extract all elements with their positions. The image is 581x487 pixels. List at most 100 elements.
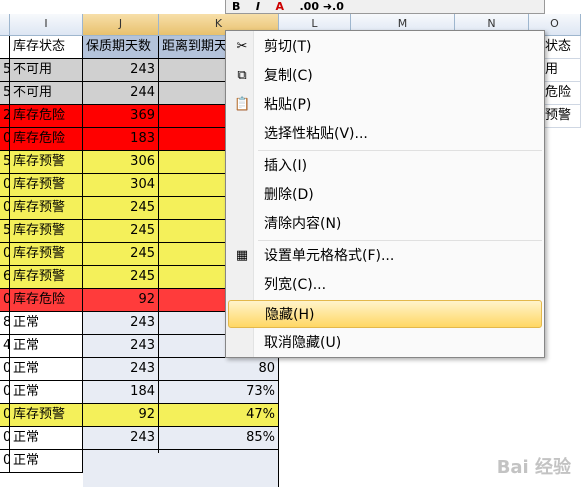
table-row: 0正常18473%: [0, 381, 581, 404]
cell-shelf-life[interactable]: 184: [83, 381, 159, 404]
cell-shelf-life[interactable]: 245: [83, 266, 159, 289]
cell-h[interactable]: 2: [0, 105, 10, 128]
cell-shelf-life[interactable]: 245: [83, 243, 159, 266]
cell-days-to-expiry[interactable]: 47%: [159, 404, 279, 427]
cell-h[interactable]: 5: [0, 151, 10, 174]
cell-h[interactable]: 0: [0, 427, 10, 450]
menu-item-insert[interactable]: 插入(I): [228, 152, 542, 180]
cell-h[interactable]: 8: [0, 312, 10, 335]
cell-shelf-life[interactable]: 243: [83, 335, 159, 358]
selected-columns-empty-area: [83, 453, 279, 487]
cell-status[interactable]: 正常: [10, 312, 83, 335]
menu-label-unhide: 取消隐藏(U): [264, 335, 342, 351]
scissors-icon: ✂: [236, 39, 248, 54]
cell-h[interactable]: 0: [0, 381, 10, 404]
cell-status[interactable]: 不可用: [10, 59, 83, 82]
cell-h[interactable]: 5: [0, 220, 10, 243]
cell-days-to-expiry[interactable]: 85%: [159, 427, 279, 450]
table-row: 0库存预警9247%: [0, 404, 581, 427]
cell-status[interactable]: 库存预警: [10, 174, 83, 197]
menu-label-format-cells: 设置单元格格式(F)...: [264, 248, 395, 264]
cell-shelf-life[interactable]: 369: [83, 105, 159, 128]
cell-h[interactable]: 6: [0, 266, 10, 289]
menu-item-paste[interactable]: 📋 粘贴(P): [228, 91, 542, 119]
cell-status[interactable]: 库存预警: [10, 151, 83, 174]
cell-shelf-life[interactable]: 243: [83, 312, 159, 335]
cell-h[interactable]: 0: [0, 404, 10, 427]
menu-item-column-width[interactable]: 列宽(C)...: [228, 271, 542, 299]
cell-status[interactable]: 库存预警: [10, 266, 83, 289]
cell-h[interactable]: 0: [0, 289, 10, 312]
watermark: Bai 经验: [496, 457, 571, 478]
table-row: 0正常24385%: [0, 427, 581, 450]
cell-status[interactable]: 库存预警: [10, 404, 83, 427]
cell-status[interactable]: 正常: [10, 358, 83, 381]
menu-item-unhide[interactable]: 取消隐藏(U): [228, 329, 542, 357]
menu-item-paste-special[interactable]: 选择性粘贴(V)...: [228, 120, 542, 148]
menu-label-column-width: 列宽(C)...: [264, 277, 327, 293]
table-row: 0正常24380: [0, 358, 581, 381]
menu-item-format-cells[interactable]: ▦ 设置单元格格式(F)...: [228, 242, 542, 270]
cell-h[interactable]: 5: [0, 59, 10, 82]
mini-toolbar: B I A .00 ➜.0: [225, 0, 545, 14]
cell-status[interactable]: 正常: [10, 427, 83, 450]
header-cell-status[interactable]: 库存状态: [10, 36, 83, 59]
header-cell-h[interactable]: [0, 36, 10, 59]
header-cell-shelf-life[interactable]: 保质期天数: [83, 36, 159, 59]
menu-label-delete: 删除(D): [264, 187, 314, 203]
menu-label-paste-special: 选择性粘贴(V)...: [264, 126, 368, 142]
cell-h[interactable]: 0: [0, 450, 10, 473]
cell-shelf-life[interactable]: 243: [83, 358, 159, 381]
cell-days-to-expiry[interactable]: 73%: [159, 381, 279, 404]
cell-h[interactable]: 0: [0, 174, 10, 197]
menu-item-clear-contents[interactable]: 清除内容(N): [228, 210, 542, 238]
cell-days-to-expiry[interactable]: 80: [159, 358, 279, 381]
cell-status[interactable]: 库存危险: [10, 289, 83, 312]
cell-shelf-life[interactable]: 245: [83, 220, 159, 243]
decimal-button[interactable]: .00 ➜.0: [300, 1, 344, 13]
cell-status[interactable]: 库存危险: [10, 105, 83, 128]
column-header-h[interactable]: [0, 14, 10, 36]
menu-label-insert: 插入(I): [264, 158, 308, 174]
cell-status[interactable]: 库存预警: [10, 197, 83, 220]
menu-label-clear: 清除内容(N): [264, 216, 342, 232]
cell-shelf-life[interactable]: 92: [83, 289, 159, 312]
cell-status[interactable]: 正常: [10, 450, 83, 473]
cell-status[interactable]: 正常: [10, 335, 83, 358]
cell-shelf-life[interactable]: 243: [83, 427, 159, 450]
cell-shelf-life[interactable]: 244: [83, 82, 159, 105]
cell-h[interactable]: 0: [0, 128, 10, 151]
cell-status[interactable]: 正常: [10, 381, 83, 404]
cell-status[interactable]: 库存危险: [10, 128, 83, 151]
cell-h[interactable]: 0: [0, 358, 10, 381]
cell-shelf-life[interactable]: 243: [83, 59, 159, 82]
bold-button[interactable]: B: [232, 1, 240, 13]
font-color-button[interactable]: A: [275, 1, 284, 13]
cell-shelf-life[interactable]: 245: [83, 197, 159, 220]
cell-h[interactable]: 5: [0, 82, 10, 105]
cell-shelf-life[interactable]: 92: [83, 404, 159, 427]
menu-item-delete[interactable]: 删除(D): [228, 181, 542, 209]
format-cells-icon: ▦: [235, 248, 249, 263]
cell-h[interactable]: 4: [0, 335, 10, 358]
menu-item-copy[interactable]: ⧉ 复制(C): [228, 62, 542, 90]
italic-button[interactable]: I: [256, 1, 260, 13]
cell-shelf-life[interactable]: 183: [83, 128, 159, 151]
paste-icon: 📋: [234, 97, 251, 112]
cell-shelf-life[interactable]: 304: [83, 174, 159, 197]
cell-status[interactable]: 库存预警: [10, 220, 83, 243]
menu-separator: [258, 240, 542, 241]
column-header-i[interactable]: I: [10, 14, 83, 36]
menu-label-hide: 隐藏(H): [265, 307, 315, 323]
menu-item-cut[interactable]: ✂ 剪切(T): [228, 33, 542, 61]
cell-h[interactable]: 0: [0, 243, 10, 266]
menu-label-copy: 复制(C): [264, 68, 313, 84]
cell-h[interactable]: 0: [0, 197, 10, 220]
cell-shelf-life[interactable]: 306: [83, 151, 159, 174]
menu-item-hide[interactable]: 隐藏(H): [228, 300, 542, 328]
cell-status[interactable]: 不可用: [10, 82, 83, 105]
cell-status[interactable]: 库存预警: [10, 243, 83, 266]
menu-label-paste: 粘贴(P): [264, 97, 312, 113]
context-menu: ✂ 剪切(T) ⧉ 复制(C) 📋 粘贴(P) 选择性粘贴(V)... 插入(I…: [225, 30, 545, 358]
column-header-j[interactable]: J: [83, 14, 159, 36]
